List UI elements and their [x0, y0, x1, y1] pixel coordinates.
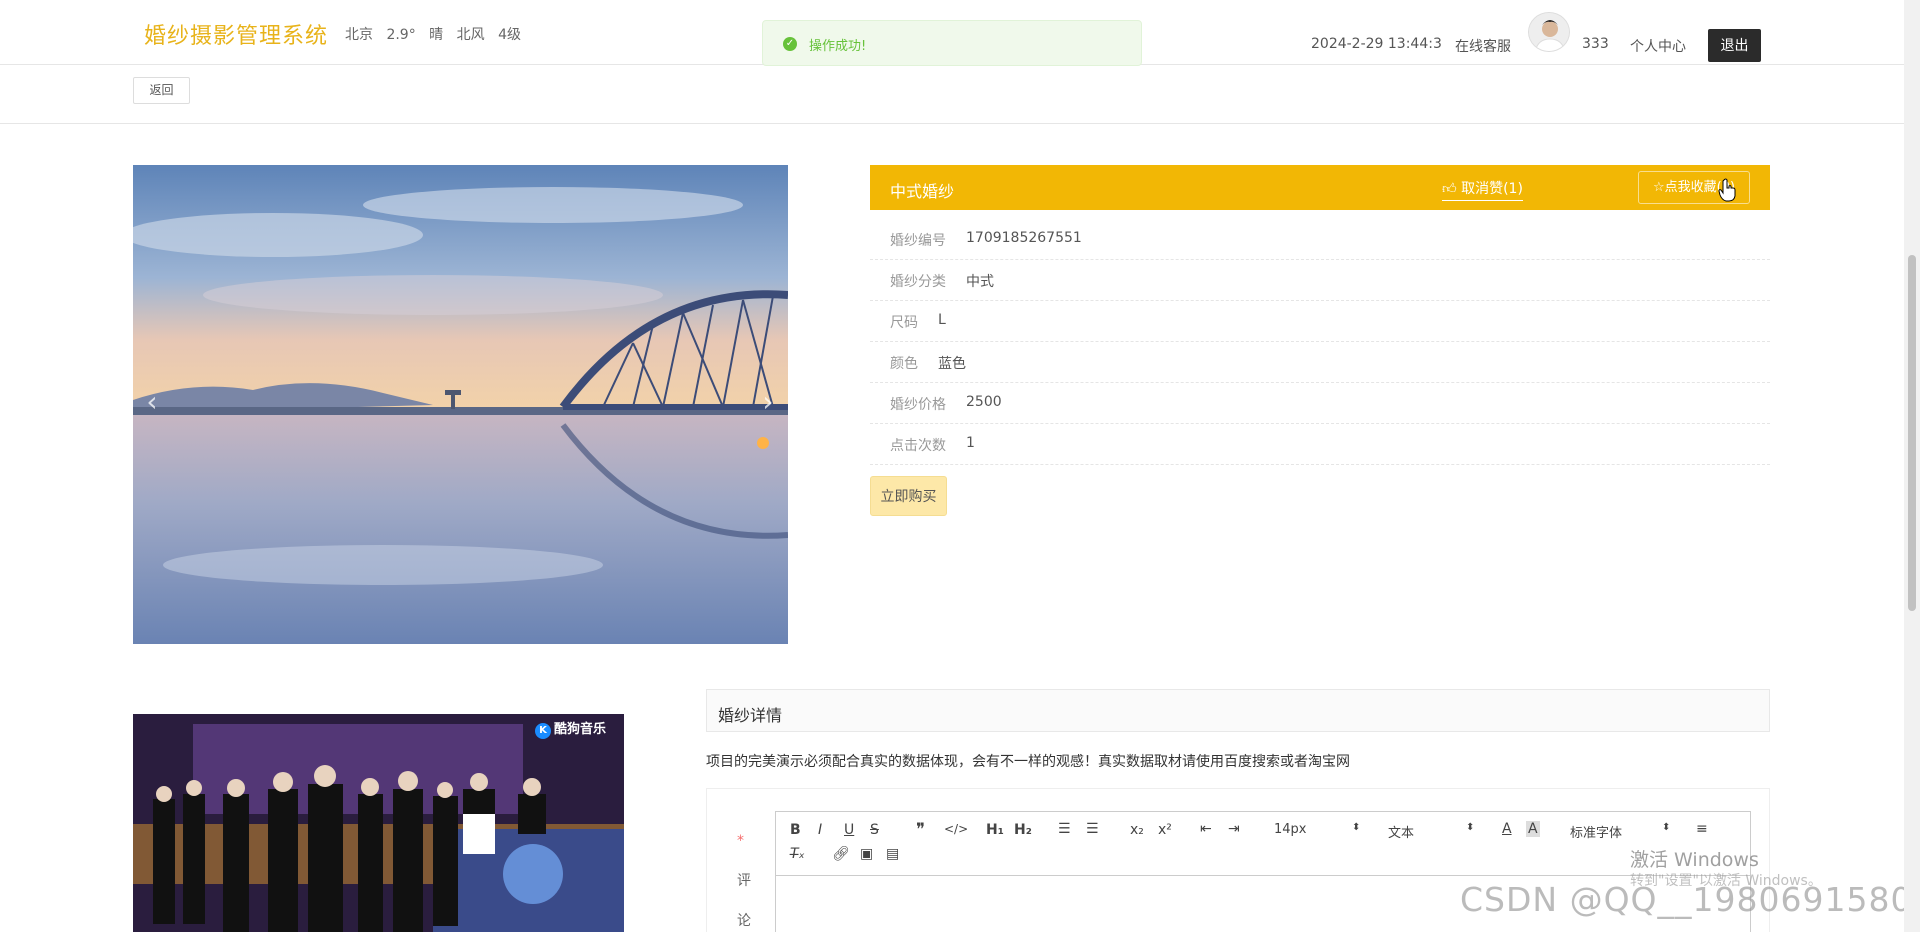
page: 婚纱摄影管理系统 北京 2.9° 晴 北风 4级 2024-2-29 13:44…	[0, 0, 1920, 932]
info-value: L	[938, 312, 946, 328]
hand-pointer-icon	[1718, 178, 1736, 202]
font-family-select[interactable]: 标准字体 ⬍	[1570, 822, 1670, 841]
info-value: 2500	[966, 394, 1002, 410]
buy-now-button[interactable]: 立即购买	[870, 476, 947, 516]
product-title: 中式婚纱	[890, 182, 955, 201]
info-row-color: 颜色 蓝色	[870, 342, 1770, 383]
block-type-value: 文本	[1388, 826, 1415, 841]
product-image-carousel[interactable]: ‹ ›	[133, 165, 788, 644]
video-brand: 酷狗音乐	[553, 722, 606, 737]
info-row-code: 婚纱编号 1709185267551	[870, 219, 1770, 260]
logout-button[interactable]: 退出	[1708, 29, 1761, 62]
scrollbar-thumb[interactable]	[1908, 255, 1916, 611]
back-button[interactable]: 返回	[133, 77, 190, 104]
chevron-updown-icon: ⬍	[1662, 822, 1671, 833]
chevron-updown-icon: ⬍	[1352, 822, 1361, 833]
success-toast: ✓ 操作成功!	[762, 20, 1142, 66]
header-datetime: 2024-2-29 13:44:3	[1311, 36, 1442, 52]
bridge-sunset-image	[133, 165, 788, 644]
page-scrollbar[interactable]	[1904, 0, 1920, 932]
info-row-price: 婚纱价格 2500	[870, 383, 1770, 424]
detail-header: 婚纱详情	[706, 689, 1770, 732]
superscript-icon[interactable]: x²	[1158, 822, 1172, 838]
weather-widget: 北京 2.9° 晴 北风 4级	[345, 24, 530, 44]
comment-label-b: 论	[737, 913, 751, 929]
font-size-value: 14px	[1274, 822, 1307, 837]
product-video[interactable]: K 酷狗音乐	[133, 714, 624, 932]
heading-2-icon[interactable]: H₂	[1014, 822, 1032, 838]
detail-heading: 婚纱详情	[718, 706, 783, 725]
image-icon[interactable]: ▣	[860, 846, 873, 862]
weather-city: 北京	[345, 27, 373, 43]
underline-icon[interactable]: U	[844, 822, 854, 838]
kugou-logo-icon: K	[534, 723, 551, 739]
username: 333	[1582, 36, 1609, 52]
code-block-icon[interactable]: </>	[944, 822, 968, 836]
font-size-select[interactable]: 14px ⬍	[1274, 822, 1362, 837]
info-label: 婚纱价格	[890, 397, 946, 413]
check-circle-icon: ✓	[783, 37, 797, 51]
comment-label: * 评 论	[737, 821, 757, 932]
chevron-updown-icon: ⬍	[1466, 822, 1475, 833]
blockquote-icon[interactable]: ❞	[916, 820, 925, 840]
user-avatar[interactable]	[1528, 12, 1570, 52]
profile-link[interactable]: 个人中心	[1630, 36, 1686, 56]
ordered-list-icon[interactable]: ☰	[1058, 821, 1071, 837]
back-bar: 返回	[0, 66, 1904, 124]
toast-message: 操作成功!	[809, 39, 867, 54]
info-label: 婚纱分类	[890, 274, 946, 290]
carousel-next-arrow-icon[interactable]: ›	[753, 387, 783, 417]
info-label: 点击次数	[890, 438, 946, 454]
info-label: 颜色	[890, 356, 918, 372]
bold-icon[interactable]: B	[790, 822, 801, 838]
weather-temp: 2.9°	[386, 27, 416, 43]
info-row-size: 尺码 L	[870, 301, 1770, 342]
editor-toolbar: B I U S ❞ </> H₁ H₂ ☰ ☰ x₂ x² ⇤ ⇥ 14px ⬍	[776, 812, 1750, 876]
product-header-bar: 中式婚纱 👍︎ 取消赞(1) ☆点我收藏(0)	[870, 165, 1770, 210]
unlike-label: 取消赞(1)	[1461, 181, 1523, 197]
indent-icon[interactable]: ⇥	[1228, 821, 1240, 837]
bullet-list-icon[interactable]: ☰	[1086, 821, 1099, 837]
video-brand-logo: K 酷狗音乐	[534, 718, 606, 739]
weather-level: 4级	[498, 27, 521, 43]
video-icon[interactable]: ▤	[886, 846, 899, 862]
comment-label-a: 评	[737, 873, 751, 889]
outdent-icon[interactable]: ⇤	[1200, 821, 1212, 837]
info-row-clicks: 点击次数 1	[870, 424, 1770, 465]
detail-text: 项目的完美演示必须配合真实的数据体现，会有不一样的观感！真实数据取材请使用百度搜…	[706, 754, 1350, 770]
csdn-watermark: CSDN @QQ__1980691580	[1460, 880, 1913, 919]
font-family-value: 标准字体	[1570, 826, 1623, 841]
carousel-prev-arrow-icon[interactable]: ‹	[137, 387, 167, 417]
thumbs-up-icon: 👍︎	[1442, 181, 1457, 197]
info-label: 尺码	[890, 315, 918, 331]
site-logo[interactable]: 婚纱摄影管理系统	[144, 18, 328, 50]
background-color-icon[interactable]: A	[1526, 821, 1540, 837]
online-service-link[interactable]: 在线客服	[1455, 36, 1511, 56]
clear-format-icon[interactable]: T̶ₓ	[790, 846, 805, 862]
info-value: 1709185267551	[966, 230, 1082, 246]
heading-1-icon[interactable]: H₁	[986, 822, 1004, 838]
block-type-select[interactable]: 文本 ⬍	[1388, 822, 1476, 841]
star-icon: ☆	[1652, 180, 1665, 195]
info-label: 婚纱编号	[890, 233, 946, 249]
info-value: 中式	[966, 274, 994, 290]
windows-activation-watermark: 激活 Windows	[1630, 849, 1759, 871]
unlike-button[interactable]: 👍︎ 取消赞(1)	[1442, 178, 1523, 201]
weather-wind: 北风	[456, 27, 485, 43]
italic-icon[interactable]: I	[818, 822, 822, 838]
weather-condition: 晴	[429, 27, 444, 43]
strikethrough-icon[interactable]: S	[870, 822, 879, 838]
info-value: 蓝色	[938, 356, 966, 372]
video-frame-image	[133, 714, 624, 932]
subscript-icon[interactable]: x₂	[1130, 822, 1144, 838]
align-icon[interactable]: ≡	[1696, 821, 1708, 837]
required-marker: *	[737, 833, 744, 849]
link-icon[interactable]: 🔗︎	[832, 846, 850, 862]
font-color-icon[interactable]: A	[1502, 821, 1512, 837]
info-value: 1	[966, 435, 975, 451]
info-row-category: 婚纱分类 中式	[870, 260, 1770, 301]
